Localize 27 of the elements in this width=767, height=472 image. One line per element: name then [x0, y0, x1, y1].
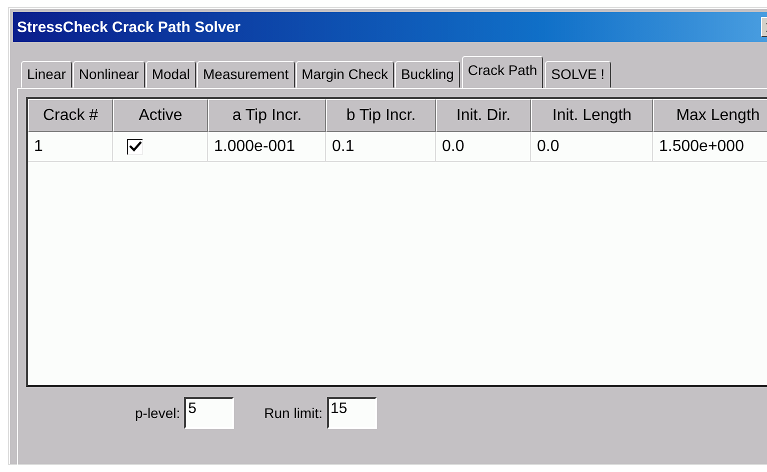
column-header[interactable]: Active — [113, 99, 208, 132]
table-cell: 0.1 — [332, 138, 354, 156]
tab[interactable]: Margin Check — [296, 61, 394, 88]
table-cell: 1 — [34, 138, 43, 156]
field-label: Run limit: — [264, 405, 322, 421]
table-cell: 0.0 — [537, 138, 560, 156]
input-field[interactable]: 15 — [326, 397, 376, 429]
field-label: p-level: — [135, 405, 180, 421]
table-cell: 1.500e+000 — [659, 138, 744, 156]
tab[interactable]: Modal — [146, 61, 196, 88]
tab[interactable]: Measurement — [197, 61, 295, 88]
column-header[interactable]: a Tip Incr. — [208, 99, 326, 132]
column-header[interactable]: Init. Dir. — [436, 99, 531, 132]
column-header[interactable]: Init. Length — [531, 99, 653, 132]
input-field[interactable]: 5 — [184, 397, 234, 429]
column-header[interactable]: Crack # — [28, 99, 113, 132]
table-cell: 0.0 — [442, 138, 464, 156]
tab[interactable]: SOLVE ! — [545, 61, 611, 88]
column-header[interactable]: b Tip Incr. — [326, 99, 436, 132]
tab[interactable]: Linear — [21, 61, 72, 88]
window-title: StressCheck Crack Path Solver — [17, 18, 240, 36]
table-cell: 1.000e-001 — [214, 138, 295, 156]
checkbox[interactable] — [127, 138, 143, 154]
tab[interactable]: Buckling — [394, 61, 460, 88]
tab[interactable]: Crack Path — [462, 56, 544, 88]
column-header[interactable]: Max Length — [653, 99, 767, 132]
tab[interactable]: Nonlinear — [72, 61, 145, 88]
